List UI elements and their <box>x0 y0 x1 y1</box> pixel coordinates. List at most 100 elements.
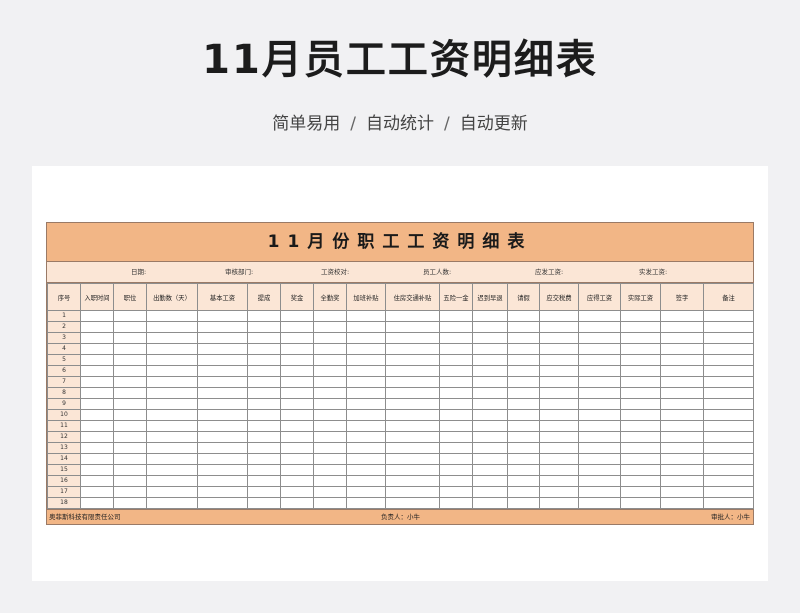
table-cell[interactable] <box>578 486 621 498</box>
table-cell[interactable] <box>280 453 314 465</box>
table-cell[interactable] <box>439 332 473 344</box>
table-cell[interactable] <box>280 464 314 476</box>
table-cell[interactable] <box>660 453 704 465</box>
table-cell[interactable] <box>346 464 386 476</box>
table-cell[interactable] <box>472 365 508 377</box>
table-cell[interactable] <box>578 409 621 421</box>
table-cell[interactable] <box>113 497 147 509</box>
table-cell[interactable] <box>439 409 473 421</box>
table-cell[interactable] <box>578 431 621 443</box>
table-cell[interactable] <box>313 376 347 388</box>
table-cell[interactable] <box>80 475 114 487</box>
table-cell[interactable] <box>385 442 440 454</box>
table-cell[interactable] <box>80 365 114 377</box>
table-cell[interactable] <box>539 409 579 421</box>
table-cell[interactable] <box>660 398 704 410</box>
table-cell[interactable] <box>439 475 473 487</box>
table-cell[interactable] <box>346 332 386 344</box>
table-cell[interactable] <box>247 332 281 344</box>
table-cell[interactable] <box>346 453 386 465</box>
table-cell[interactable] <box>472 442 508 454</box>
table-cell[interactable] <box>80 343 114 355</box>
table-cell[interactable] <box>620 387 661 399</box>
table-cell[interactable] <box>80 497 114 509</box>
table-cell[interactable] <box>280 420 314 432</box>
table-cell[interactable] <box>620 343 661 355</box>
table-cell[interactable] <box>578 376 621 388</box>
table-cell[interactable] <box>197 409 248 421</box>
table-cell[interactable] <box>703 365 754 377</box>
table-cell[interactable] <box>146 442 198 454</box>
table-cell[interactable] <box>146 420 198 432</box>
table-cell[interactable] <box>247 497 281 509</box>
table-cell[interactable] <box>660 497 704 509</box>
table-cell[interactable] <box>620 310 661 322</box>
table-cell[interactable] <box>247 475 281 487</box>
table-cell[interactable] <box>113 442 147 454</box>
table-cell[interactable] <box>439 310 473 322</box>
table-cell[interactable] <box>439 321 473 333</box>
table-cell[interactable] <box>197 321 248 333</box>
table-cell[interactable] <box>507 409 540 421</box>
table-cell[interactable] <box>539 343 579 355</box>
table-cell[interactable] <box>472 310 508 322</box>
table-cell[interactable] <box>472 453 508 465</box>
table-cell[interactable] <box>80 332 114 344</box>
table-cell[interactable] <box>578 475 621 487</box>
table-cell[interactable] <box>113 398 147 410</box>
table-cell[interactable] <box>247 453 281 465</box>
table-cell[interactable] <box>472 321 508 333</box>
table-cell[interactable] <box>385 464 440 476</box>
table-cell[interactable] <box>313 497 347 509</box>
table-cell[interactable] <box>578 365 621 377</box>
table-cell[interactable] <box>578 464 621 476</box>
table-cell[interactable] <box>197 464 248 476</box>
table-cell[interactable] <box>472 497 508 509</box>
table-cell[interactable] <box>660 387 704 399</box>
table-cell[interactable] <box>113 310 147 322</box>
table-cell[interactable] <box>197 497 248 509</box>
table-cell[interactable] <box>385 365 440 377</box>
table-cell[interactable] <box>280 475 314 487</box>
table-cell[interactable] <box>507 332 540 344</box>
table-cell[interactable] <box>507 376 540 388</box>
table-cell[interactable] <box>197 376 248 388</box>
table-cell[interactable] <box>578 387 621 399</box>
table-cell[interactable] <box>578 420 621 432</box>
table-cell[interactable] <box>80 398 114 410</box>
table-cell[interactable] <box>346 486 386 498</box>
table-cell[interactable] <box>439 420 473 432</box>
table-cell[interactable] <box>539 475 579 487</box>
table-cell[interactable] <box>703 442 754 454</box>
table-cell[interactable] <box>247 486 281 498</box>
table-cell[interactable] <box>703 420 754 432</box>
table-cell[interactable] <box>113 332 147 344</box>
table-cell[interactable] <box>539 354 579 366</box>
table-cell[interactable] <box>703 497 754 509</box>
table-cell[interactable] <box>247 365 281 377</box>
table-cell[interactable] <box>80 321 114 333</box>
table-cell[interactable] <box>660 431 704 443</box>
table-cell[interactable] <box>620 464 661 476</box>
table-cell[interactable] <box>346 398 386 410</box>
table-cell[interactable] <box>280 486 314 498</box>
table-cell[interactable] <box>113 453 147 465</box>
table-cell[interactable] <box>620 431 661 443</box>
table-cell[interactable] <box>346 376 386 388</box>
table-cell[interactable] <box>313 310 347 322</box>
table-cell[interactable] <box>472 486 508 498</box>
table-cell[interactable] <box>113 475 147 487</box>
table-cell[interactable] <box>620 398 661 410</box>
table-cell[interactable] <box>313 464 347 476</box>
table-cell[interactable] <box>80 486 114 498</box>
table-cell[interactable] <box>507 486 540 498</box>
table-cell[interactable] <box>703 409 754 421</box>
table-cell[interactable] <box>313 387 347 399</box>
table-cell[interactable] <box>113 354 147 366</box>
table-cell[interactable] <box>280 332 314 344</box>
table-cell[interactable] <box>313 343 347 355</box>
table-cell[interactable] <box>703 464 754 476</box>
table-cell[interactable] <box>80 310 114 322</box>
table-cell[interactable] <box>578 442 621 454</box>
table-cell[interactable] <box>660 343 704 355</box>
